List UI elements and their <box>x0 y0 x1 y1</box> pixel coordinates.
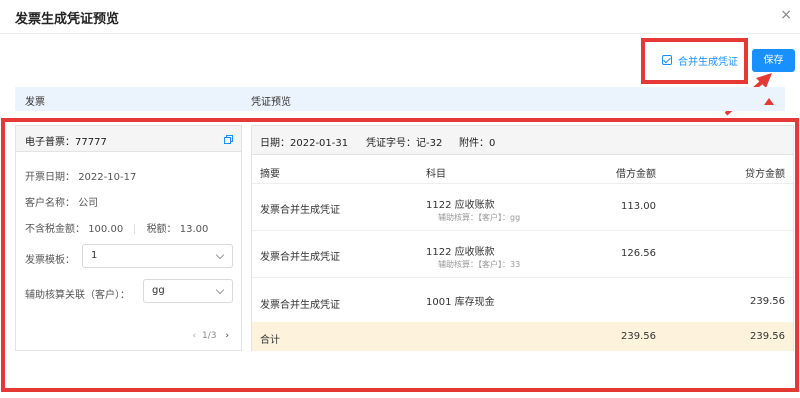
customer-label: 客户名称： <box>25 198 75 209</box>
tax-label: 税额： <box>146 224 177 235</box>
invoice-date-label: 开票日期： <box>25 172 75 183</box>
invoice-date-row: 开票日期： 2022-10-17 <box>25 168 136 183</box>
voucher-panel: 日期：2022-01-31 凭证字号：记-32 附件：0 摘要 科目 借方金额 … <box>251 125 794 351</box>
close-icon[interactable]: × <box>780 7 792 23</box>
invoice-customer-row: 客户名称： 公司 <box>25 194 98 209</box>
row-credit: 239.56 <box>750 296 785 307</box>
aux-label: 辅助核算关联（客户）： <box>25 290 130 301</box>
collapse-triangle-icon[interactable] <box>764 98 774 105</box>
col-debit: 借方金额 <box>616 169 656 180</box>
divider <box>134 224 136 234</box>
voucher-attachments: 附件：0 <box>459 138 496 149</box>
voucher-date: 日期：2022-01-31 <box>260 138 349 149</box>
pager: ‹ 1/3 › <box>190 331 229 341</box>
row-summary: 发票合并生成凭证 <box>260 252 340 263</box>
row-aux: 辅助核算：【客户】：gg <box>438 213 521 222</box>
pager-text: 1/3 <box>202 331 217 341</box>
prev-page-icon[interactable]: ‹ <box>193 331 197 341</box>
customer-value: 公司 <box>78 198 99 209</box>
chevron-down-icon <box>215 250 225 260</box>
invoice-date-value: 2022-10-17 <box>78 172 137 183</box>
row-subject: 1122 应收账款 <box>426 247 495 258</box>
total-label: 合计 <box>260 335 280 346</box>
col-credit: 贷方金额 <box>745 169 785 180</box>
row-subject: 1122 应收账款 <box>426 200 495 211</box>
row-summary: 发票合并生成凭证 <box>260 300 340 311</box>
template-label: 发票模板： <box>25 255 75 266</box>
template-select[interactable]: 1 <box>82 244 233 268</box>
table-row: 发票合并生成凭证 1122 应收账款 辅助核算：【客户】：gg 113.00 <box>252 185 793 231</box>
invoice-header: 电子普票：77777 <box>16 126 241 152</box>
next-page-icon[interactable]: › <box>225 331 229 341</box>
section-bar: 发票 凭证预览 <box>15 87 785 111</box>
table-row: 发票合并生成凭证 1122 应收账款 辅助核算：【客户】：33 126.56 <box>252 232 793 278</box>
row-debit: 126.56 <box>621 248 656 259</box>
row-aux: 辅助核算：【客户】：33 <box>438 260 521 269</box>
section-preview-title: 凭证预览 <box>251 97 291 108</box>
table-row: 发票合并生成凭证 1001 库存现金 239.56 <box>252 279 793 322</box>
voucher-number: 凭证字号：记-32 <box>366 138 443 149</box>
total-debit: 239.56 <box>621 331 656 342</box>
aux-select-value: gg <box>152 285 165 296</box>
template-select-value: 1 <box>91 250 98 261</box>
aux-customer-select[interactable]: gg <box>143 279 233 303</box>
voucher-table-header: 摘要 科目 借方金额 贷方金额 <box>252 156 793 184</box>
total-row: 合计 239.56 239.56 <box>252 322 793 351</box>
save-button[interactable]: 保存 <box>752 49 795 72</box>
row-debit: 113.00 <box>621 201 656 212</box>
pretax-label: 不含税金额： <box>25 224 85 235</box>
col-summary: 摘要 <box>260 169 280 180</box>
invoice-panel: 电子普票：77777 开票日期： 2022-10-17 客户名称： 公司 不含税… <box>15 125 242 351</box>
tax-value: 13.00 <box>179 224 209 235</box>
checkbox-checked-icon[interactable] <box>662 55 672 65</box>
copy-icon[interactable] <box>224 135 233 144</box>
row-summary: 发票合并生成凭证 <box>260 205 340 216</box>
invoice-number: 电子普票：77777 <box>25 137 107 148</box>
dialog-header: 发票生成凭证预览 × <box>0 0 800 34</box>
row-subject: 1001 库存现金 <box>426 297 495 308</box>
col-subject: 科目 <box>426 169 446 180</box>
section-invoice-title: 发票 <box>25 97 45 108</box>
invoice-amount-row: 不含税金额： 100.00 税额： 13.00 <box>25 220 208 235</box>
chevron-down-icon <box>215 285 225 295</box>
pretax-value: 100.00 <box>88 224 124 235</box>
total-credit: 239.56 <box>750 331 785 342</box>
dialog-title: 发票生成凭证预览 <box>15 12 120 27</box>
merge-voucher-label[interactable]: 合并生成凭证 <box>678 53 738 68</box>
voucher-header: 日期：2022-01-31 凭证字号：记-32 附件：0 <box>252 126 793 155</box>
